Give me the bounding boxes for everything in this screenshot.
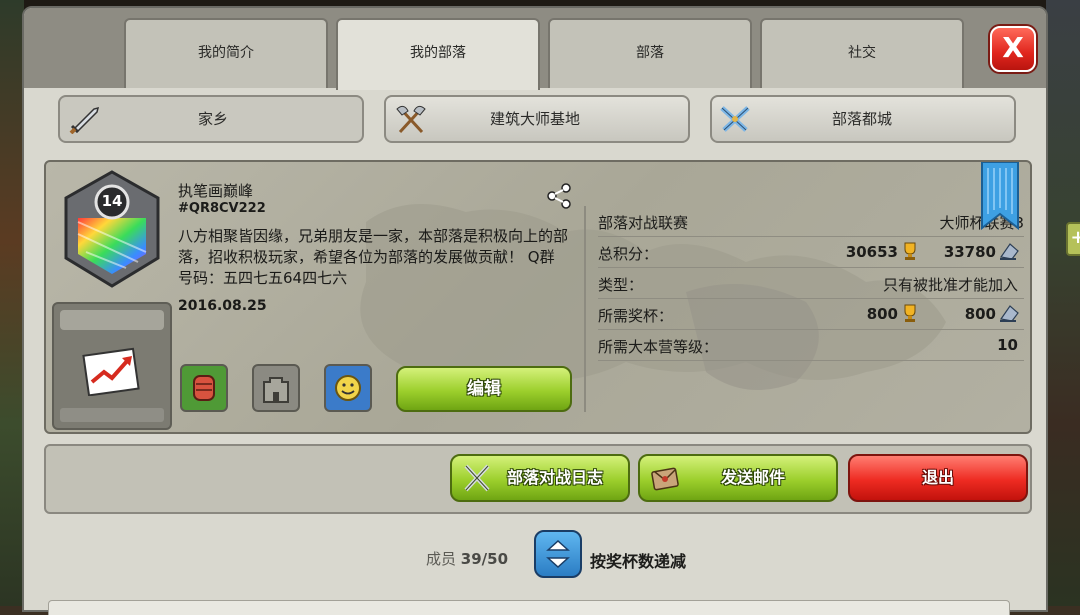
clan-description: 八方相聚皆因缘，兄弟朋友是一家，本部落是积极向上的部落，招收积极玩家，希望各位为… <box>178 227 569 287</box>
card-divider <box>584 206 586 412</box>
trend-graph-icon <box>82 347 140 396</box>
game-background-right: + <box>1046 0 1080 606</box>
stat-total-points: 总积分： 30653 33780 <box>598 237 1024 268</box>
crossed-axes-icon <box>396 105 426 134</box>
send-mail-button[interactable]: 发送邮件 <box>638 454 838 502</box>
clan-capital-label: 部落都城 <box>832 110 893 128</box>
graph-panel-top-strip <box>60 310 164 330</box>
stat-required-trophies: 所需奖杯： 800 800 <box>598 299 1024 330</box>
clan-badge: 14 <box>46 162 178 298</box>
stat-type: 类型： 只有被批准才能加入 <box>598 268 1024 299</box>
crossed-swords-icon <box>464 464 490 492</box>
member-list-top <box>48 600 1010 615</box>
sword-icon <box>69 106 100 134</box>
bookmark-ribbon-icon[interactable] <box>980 162 1020 230</box>
builder-trophy-icon <box>999 243 1019 260</box>
war-log-button[interactable]: 部落对战日志 <box>450 454 630 502</box>
sort-label: 按奖杯数递减 <box>590 552 687 571</box>
sort-toggle-button[interactable] <box>534 530 582 578</box>
builder-base-button[interactable]: 建筑大师基地 <box>384 95 690 143</box>
clan-stats: 部落对战联赛 大师杯联赛3 总积分： 30653 33780 类型： 只有被批准… <box>598 206 1024 361</box>
action-bar: 部落对战日志 发送邮件 退出 <box>44 444 1032 514</box>
clan-badge-shield-icon <box>64 170 160 288</box>
war-log-label: 部落对战日志 <box>506 468 603 487</box>
send-mail-label: 发送邮件 <box>720 468 785 487</box>
mail-icon <box>651 467 679 491</box>
home-village-button[interactable]: 家乡 <box>58 95 364 143</box>
stat-required-town-hall: 所需大本营等级： 10 <box>598 330 1024 361</box>
clan-level: 14 <box>101 192 123 210</box>
required-trophies-label: 所需奖杯： <box>598 307 674 325</box>
total-points-label: 总积分： <box>598 245 659 263</box>
clan-info-card: 14 执笔画巅峰 #QR8CV222 八方相聚皆因缘，兄弟朋友是一家，本部落是积… <box>44 160 1032 434</box>
tab-social[interactable]: 社交 <box>760 18 964 88</box>
trophy-icon <box>904 304 916 322</box>
members-label: 成员 <box>426 550 457 568</box>
graph-panel-bottom-strip <box>60 408 164 422</box>
clan-capital-button[interactable]: 部落都城 <box>710 95 1016 143</box>
tab-clans[interactable]: 部落 <box>548 18 752 88</box>
sort-arrows-icon <box>546 539 570 569</box>
clan-location-button[interactable] <box>252 364 300 412</box>
trophy-icon <box>904 242 916 260</box>
required-th-value: 10 <box>997 336 1018 354</box>
share-icon[interactable] <box>546 182 574 210</box>
required-trophies-value: 800 <box>866 305 898 323</box>
type-label: 类型： <box>598 276 644 294</box>
clan-created-date: 2016.08.25 <box>178 298 267 314</box>
side-expand-button[interactable]: + <box>1066 222 1080 256</box>
leave-clan-button[interactable]: 退出 <box>848 454 1028 502</box>
type-value: 只有被批准才能加入 <box>882 276 1018 294</box>
clan-stats-graph-panel[interactable] <box>52 302 172 430</box>
builder-base-label: 建筑大师基地 <box>490 110 581 128</box>
required-builder-trophies-value: 800 <box>964 305 996 323</box>
total-points-trophies: 30653 <box>845 243 898 261</box>
edit-button[interactable]: 编辑 <box>396 366 572 412</box>
clan-chat-language-button[interactable] <box>324 364 372 412</box>
game-background-left <box>0 0 24 606</box>
members-count: 成员 39/50 <box>426 548 508 569</box>
close-button[interactable]: X <box>990 26 1036 72</box>
stat-war-league: 部落对战联赛 大师杯联赛3 <box>598 206 1024 237</box>
war-frequency-button[interactable] <box>180 364 228 412</box>
builder-trophy-icon <box>999 305 1019 322</box>
home-village-label: 家乡 <box>198 110 229 128</box>
required-th-label: 所需大本营等级： <box>598 338 719 356</box>
smiley-icon <box>335 375 361 401</box>
clan-name: 执笔画巅峰 <box>178 182 254 200</box>
castle-icon <box>263 377 289 403</box>
clan-panel: 我的简介 我的部落 部落 社交 X 家乡 建筑大师基地 部落都城 14 执笔画巅… <box>22 6 1048 615</box>
fist-icon <box>193 375 215 401</box>
war-league-label: 部落对战联赛 <box>598 214 689 232</box>
tab-bar: 我的简介 我的部落 部落 社交 X <box>24 8 1046 90</box>
total-points-builder: 33780 <box>943 243 996 261</box>
tab-my-clan[interactable]: 我的部落 <box>336 18 540 90</box>
clan-tag: #QR8CV222 <box>178 201 266 216</box>
tab-my-profile[interactable]: 我的简介 <box>124 18 328 88</box>
members-count-value: 39/50 <box>460 550 509 568</box>
crossed-swords-icon <box>720 106 750 132</box>
